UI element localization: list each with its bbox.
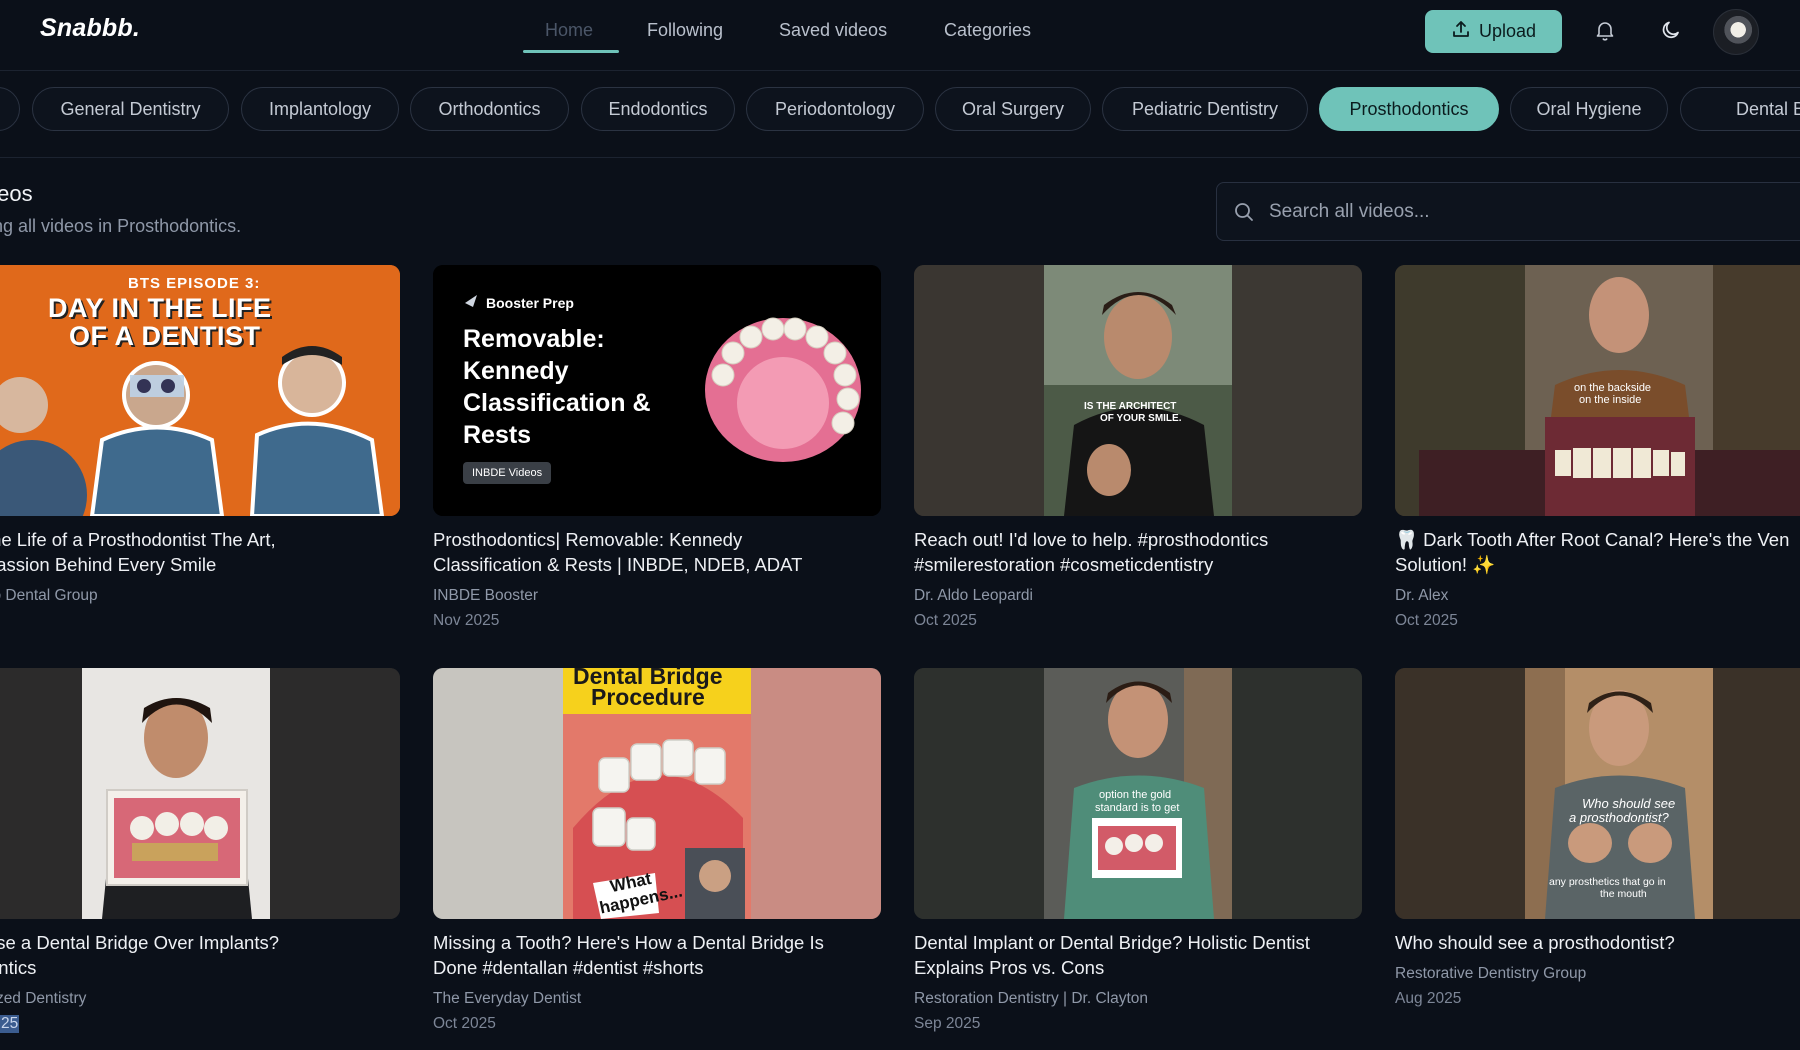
thumbnail-caption: OF A DENTIST bbox=[69, 321, 261, 351]
thumbnail-caption: OF YOUR SMILE. bbox=[1100, 413, 1182, 424]
tab-categories[interactable]: Categories bbox=[944, 20, 1031, 41]
video-channel[interactable]: INBDE Booster bbox=[433, 587, 538, 605]
tab-saved-videos[interactable]: Saved videos bbox=[779, 20, 887, 41]
thumbnail-badge: INBDE Videos bbox=[463, 462, 552, 484]
category-dental-burs[interactable]: Dental Burs bbox=[1680, 87, 1800, 131]
video-channel[interactable]: Dr. Aldo Leopardi bbox=[914, 587, 1033, 605]
thumbnail-caption: Removable: bbox=[463, 325, 605, 353]
video-channel[interactable]: pecialized Dentistry bbox=[0, 990, 86, 1008]
video-thumbnail[interactable]: Dental Bridge Procedure What happens... bbox=[433, 668, 881, 919]
search-input[interactable] bbox=[1267, 195, 1791, 229]
video-thumbnail[interactable]: Who should see a prosthodontist? any pro… bbox=[1395, 668, 1800, 919]
thumbnail-caption: Booster Prep bbox=[486, 295, 574, 311]
category-oral-hygiene[interactable]: Oral Hygiene bbox=[1510, 87, 1668, 131]
thumbnail-caption: DAY IN THE LIFE bbox=[48, 293, 272, 323]
video-channel[interactable]: Restorative Dentistry Group bbox=[1395, 965, 1586, 983]
video-title[interactable]: Choose a Dental Bridge Over Implants? th… bbox=[0, 930, 400, 980]
category-oral-surgery[interactable]: Oral Surgery bbox=[935, 87, 1091, 131]
video-title[interactable]: y in the Life of a Prosthodontist The Ar… bbox=[0, 527, 400, 577]
thumbnail-caption: a prosthodontist? bbox=[1569, 810, 1669, 825]
section-title: ideos bbox=[0, 181, 33, 206]
thumbnail-caption: Procedure bbox=[591, 684, 705, 710]
video-thumbnail[interactable]: on the backside on the inside bbox=[1395, 265, 1800, 516]
video-title[interactable]: Missing a Tooth? Here's How a Dental Bri… bbox=[433, 930, 881, 980]
video-channel[interactable]: Restoration Dentistry | Dr. Clayton bbox=[914, 990, 1148, 1008]
upload-label: Upload bbox=[1478, 21, 1537, 41]
moon-icon bbox=[1659, 18, 1683, 47]
video-thumbnail[interactable]: BTS EPISODE 3: DAY IN THE LIFE OF A DENT… bbox=[0, 265, 400, 516]
video-title[interactable]: 🦷 Dark Tooth After Root Canal? Here's th… bbox=[1395, 527, 1800, 577]
video-thumbnail[interactable]: IS THE ARCHITECT OF YOUR SMILE. bbox=[914, 265, 1362, 516]
search-icon bbox=[1233, 201, 1255, 228]
tab-following[interactable]: Following bbox=[647, 20, 723, 41]
category-periodontology[interactable]: Periodontology bbox=[746, 87, 924, 131]
thumbnail-caption: IS THE ARCHITECT bbox=[1084, 401, 1177, 412]
thumbnail-caption: Kennedy bbox=[463, 357, 569, 385]
thumbnail-caption: Who should see bbox=[1582, 796, 1676, 811]
category-pill-offscreen[interactable] bbox=[0, 87, 20, 131]
video-date: Aug 2025 bbox=[1395, 990, 1462, 1007]
thumbnail-caption: option the gold bbox=[1099, 789, 1172, 801]
category-prosthodontics[interactable]: Prosthodontics bbox=[1319, 87, 1499, 131]
video-thumbnail[interactable] bbox=[0, 668, 400, 919]
category-general-dentistry[interactable]: General Dentistry bbox=[32, 87, 229, 131]
video-date: 25 bbox=[0, 1015, 20, 1033]
category-implantology[interactable]: Implantology bbox=[241, 87, 399, 131]
search-box[interactable] bbox=[1216, 182, 1800, 241]
thumbnail-caption: any prosthetics that go in bbox=[1549, 876, 1666, 888]
video-channel[interactable]: Dr. Alex bbox=[1395, 587, 1448, 605]
active-tab-indicator bbox=[523, 50, 619, 53]
upload-button[interactable]: Upload bbox=[1425, 10, 1562, 53]
user-avatar[interactable] bbox=[1713, 9, 1759, 55]
upload-icon bbox=[1451, 19, 1471, 44]
thumbnail-caption: Rests bbox=[463, 421, 532, 449]
tab-home[interactable]: Home bbox=[545, 20, 593, 41]
video-date: Oct 2025 bbox=[914, 612, 977, 629]
video-date: Oct 2025 bbox=[1395, 612, 1458, 629]
video-channel[interactable]: o Endo Dental Group bbox=[0, 587, 98, 605]
video-date: Sep 2025 bbox=[914, 1015, 981, 1032]
video-date: Nov 2025 bbox=[433, 612, 500, 629]
notifications-button[interactable] bbox=[1587, 14, 1623, 50]
video-title[interactable]: Dental Implant or Dental Bridge? Holisti… bbox=[914, 930, 1362, 980]
video-title[interactable]: Reach out! I'd love to help. #prosthodon… bbox=[914, 527, 1362, 577]
video-channel[interactable]: The Everyday Dentist bbox=[433, 990, 581, 1008]
app-logo[interactable]: Snabbb. bbox=[40, 14, 140, 43]
thumbnail-caption: standard is to get bbox=[1095, 802, 1180, 814]
thumbnail-caption: BTS EPISODE 3: bbox=[128, 275, 261, 292]
category-filter-bar: General Dentistry Implantology Orthodont… bbox=[0, 71, 1800, 158]
category-pediatric-dentistry[interactable]: Pediatric Dentistry bbox=[1102, 87, 1308, 131]
category-endodontics[interactable]: Endodontics bbox=[581, 87, 735, 131]
thumbnail-caption: on the inside bbox=[1579, 394, 1642, 406]
thumbnail-caption: Classification & bbox=[463, 389, 651, 417]
bell-icon bbox=[1593, 18, 1617, 47]
video-thumbnail[interactable]: Booster Prep Removable: Kennedy Classifi… bbox=[433, 265, 881, 516]
thumbnail-caption: the mouth bbox=[1600, 888, 1647, 900]
video-date: Oct 2025 bbox=[433, 1015, 496, 1032]
category-orthodontics[interactable]: Orthodontics bbox=[410, 87, 569, 131]
theme-toggle-button[interactable] bbox=[1653, 14, 1689, 50]
top-navigation-bar: Snabbb. Home Following Saved videos Cate… bbox=[0, 0, 1800, 71]
section-subtitle: sing all videos in Prosthodontics. bbox=[0, 216, 242, 236]
video-title[interactable]: Prosthodontics| Removable: Kennedy Class… bbox=[433, 527, 881, 577]
video-title[interactable]: Who should see a prosthodontist? bbox=[1395, 930, 1800, 955]
video-thumbnail[interactable]: option the gold standard is to get bbox=[914, 668, 1362, 919]
thumbnail-caption: on the backside bbox=[1574, 382, 1652, 394]
